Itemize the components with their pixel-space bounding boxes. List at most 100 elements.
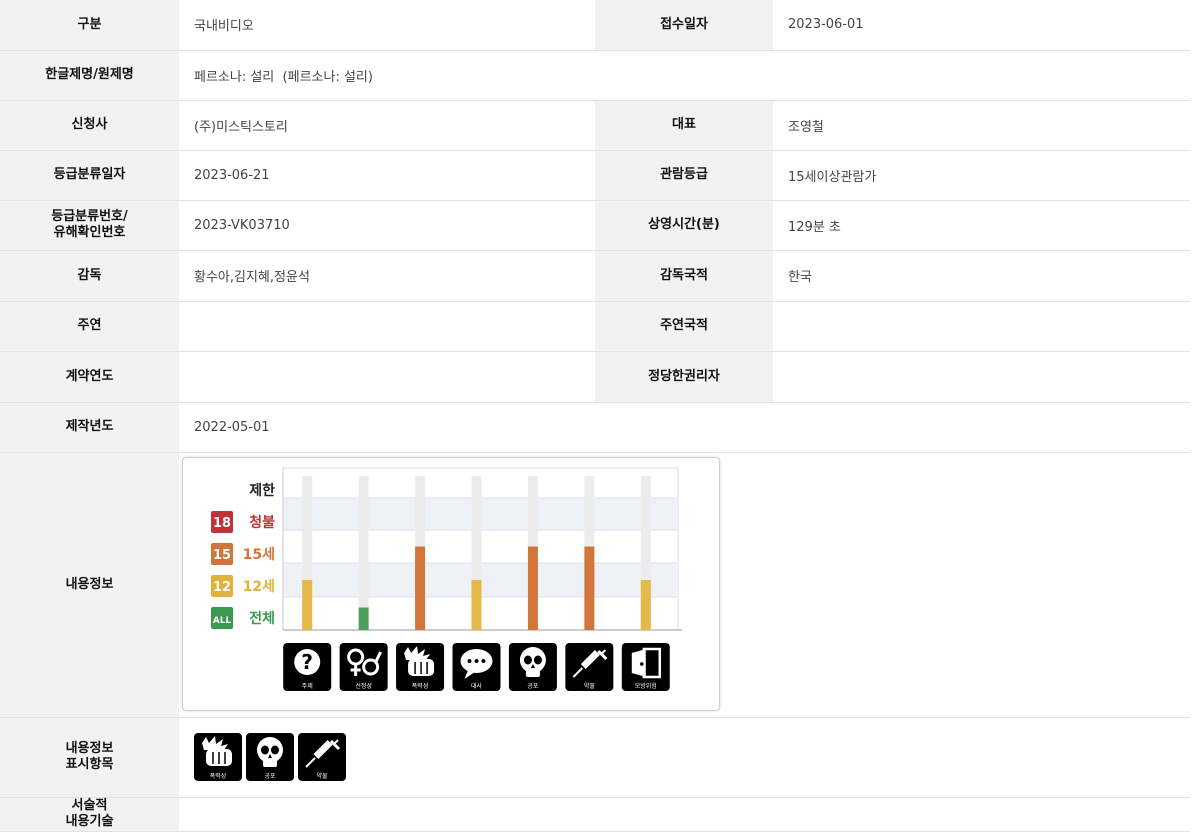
- content-rating-chart: 제한 18 청불 15 15세 12 12세 ALL 전체? 주제 선정성 폭력성 대사 공포 약물 모방위험: [182, 456, 720, 711]
- syringe-icon: 약물: [298, 733, 346, 781]
- bar-주제: [302, 579, 313, 630]
- value-cast-nationality: [773, 301, 1190, 352]
- value-receipt-date: 2023-06-01: [773, 0, 1190, 51]
- door-icon: 모방위험: [621, 642, 670, 691]
- rating-badge-12: 12: [211, 574, 233, 597]
- row-rating-number: 등급분류번호/ 유해확인번호 2023-VK03710 상영시간(분) 129분…: [0, 200, 1190, 251]
- icon-caption: 모방위험: [635, 682, 657, 690]
- label-cast: 주연: [0, 301, 179, 352]
- value-director: 황수아,김지혜,정윤석: [179, 250, 595, 302]
- value-applicant: (주)미스틱스토리: [179, 100, 595, 151]
- row-applicant: 신청사 (주)미스틱스토리 대표 조영철: [0, 100, 1190, 151]
- svg-text:ALL: ALL: [213, 616, 232, 626]
- label-viewing-grade: 관람등급: [595, 150, 773, 201]
- value-running-time: 129분 초: [773, 200, 1190, 251]
- legend-label: 제한: [249, 483, 275, 499]
- value-cast: [179, 301, 595, 352]
- gender-icon: 선정성: [339, 642, 388, 691]
- display-items-cell: 폭력성 공포 약물: [179, 717, 1190, 798]
- label-director-nationality: 감독국적: [595, 250, 773, 302]
- row-display-items: 내용정보 표시항목 폭력성 공포 약물: [0, 717, 1190, 798]
- value-viewing-grade: 15세이상관람가: [773, 150, 1190, 201]
- value-contract-year: [179, 351, 595, 403]
- label-title: 한글제명/원제명: [0, 50, 179, 101]
- rating-badge-15: 15: [211, 542, 233, 565]
- row-title: 한글제명/원제명 페르소나: 설리 (페르소나: 설리): [0, 50, 1190, 101]
- label-narrative: 서술적 내용기술: [0, 797, 179, 832]
- label-receipt-date: 접수일자: [595, 0, 773, 51]
- svg-text:18: 18: [213, 516, 231, 531]
- label-category: 구분: [0, 0, 179, 51]
- bar-약물: [584, 546, 595, 630]
- row-production-year: 제작년도 2022-05-01: [0, 402, 1190, 453]
- value-rating-number: 2023-VK03710: [179, 200, 595, 251]
- row-director: 감독 황수아,김지혜,정윤석 감독국적 한국: [0, 250, 1190, 302]
- syringe-icon-badge: 약물: [298, 733, 346, 781]
- row-narrative: 서술적 내용기술: [0, 797, 1190, 832]
- rating-info-table: 구분 국내비디오 접수일자 2023-06-01 한글제명/원제명 페르소나: …: [0, 0, 1190, 832]
- legend-label: 전체: [249, 610, 275, 627]
- label-display-items: 내용정보 표시항목: [0, 717, 179, 798]
- icon-caption: 공포: [264, 773, 276, 780]
- skull-icon: 공포: [508, 642, 557, 691]
- value-category: 국내비디오: [179, 0, 595, 51]
- rating-badge-18: 18: [211, 510, 233, 533]
- fist-icon: 폭력성: [194, 733, 242, 781]
- label-rating-number-line2: 유해확인번호: [53, 225, 126, 240]
- label-applicant: 신청사: [0, 100, 179, 151]
- rating-badge-all: ALL: [211, 606, 233, 629]
- fist-icon-badge: 폭력성: [194, 733, 242, 781]
- display-items-icons: 폭력성 공포 약물: [179, 733, 1190, 781]
- legend-label: 15세: [243, 547, 275, 563]
- label-display-items-line2: 표시항목: [65, 757, 114, 772]
- label-rating-date: 등급분류일자: [0, 150, 179, 201]
- syringe-icon: 약물: [565, 642, 614, 691]
- label-rating-number-line1: 등급분류번호/: [51, 209, 128, 224]
- icon-caption: 폭력성: [210, 772, 227, 780]
- row-content-info: 내용정보 제한 18 청불 15 15세 12 12세 ALL 전체? 주제 선정성 폭력성 대사 공포 약…: [0, 452, 1190, 718]
- value-representative: 조영철: [773, 100, 1190, 151]
- label-narrative-line1: 서술적: [71, 798, 108, 813]
- label-content-info: 내용정보: [0, 452, 179, 718]
- icon-caption: 약물: [584, 682, 596, 690]
- label-display-items-line1: 내용정보: [65, 741, 114, 756]
- icon-caption: 선정성: [355, 682, 372, 690]
- icon-caption: 약물: [316, 772, 328, 780]
- row-cast: 주연 주연국적: [0, 301, 1190, 352]
- value-production-year: 2022-05-01: [179, 402, 1190, 453]
- bar-track: [358, 475, 369, 630]
- value-rating-date: 2023-06-21: [179, 150, 595, 201]
- value-narrative: [179, 797, 1190, 832]
- icon-caption: 주제: [302, 682, 313, 690]
- label-cast-nationality: 주연국적: [595, 301, 773, 352]
- legend-label: 청불: [249, 515, 275, 531]
- label-director: 감독: [0, 250, 179, 302]
- skull-icon: 공포: [246, 733, 294, 781]
- label-rights-holder: 정당한권리자: [595, 351, 773, 403]
- label-rating-number: 등급분류번호/ 유해확인번호: [0, 200, 179, 251]
- icon-caption: 대사: [471, 682, 483, 690]
- bar-선정성: [358, 607, 369, 630]
- fist-icon: 폭력성: [396, 642, 445, 691]
- bar-공포: [527, 546, 538, 630]
- legend-label: 12세: [243, 579, 275, 595]
- value-director-nationality: 한국: [773, 250, 1190, 302]
- bar-대사: [471, 579, 482, 630]
- icon-caption: 공포: [527, 683, 539, 690]
- value-title: 페르소나: 설리 (페르소나: 설리): [179, 50, 1190, 101]
- speech-icon: 대사: [452, 642, 501, 691]
- bar-폭력성: [415, 546, 426, 630]
- label-production-year: 제작년도: [0, 402, 179, 453]
- skull-icon-badge: 공포: [246, 733, 294, 781]
- svg-text:15: 15: [213, 548, 231, 563]
- svg-text:?: ?: [301, 650, 313, 674]
- label-representative: 대표: [595, 100, 773, 151]
- content-info-cell: 제한 18 청불 15 15세 12 12세 ALL 전체? 주제 선정성 폭력성 대사 공포 약물 모방위험: [179, 452, 1190, 718]
- svg-text:12: 12: [213, 580, 231, 595]
- rating-chart-svg: 제한 18 청불 15 15세 12 12세 ALL 전체? 주제 선정성 폭력성 대사 공포 약물 모방위험: [211, 467, 682, 691]
- row-contract-year: 계약연도 정당한권리자: [0, 351, 1190, 403]
- bar-모방위험: [640, 579, 651, 630]
- row-rating-date: 등급분류일자 2023-06-21 관람등급 15세이상관람가: [0, 150, 1190, 201]
- row-category: 구분 국내비디오 접수일자 2023-06-01: [0, 0, 1190, 51]
- icon-caption: 폭력성: [412, 682, 429, 690]
